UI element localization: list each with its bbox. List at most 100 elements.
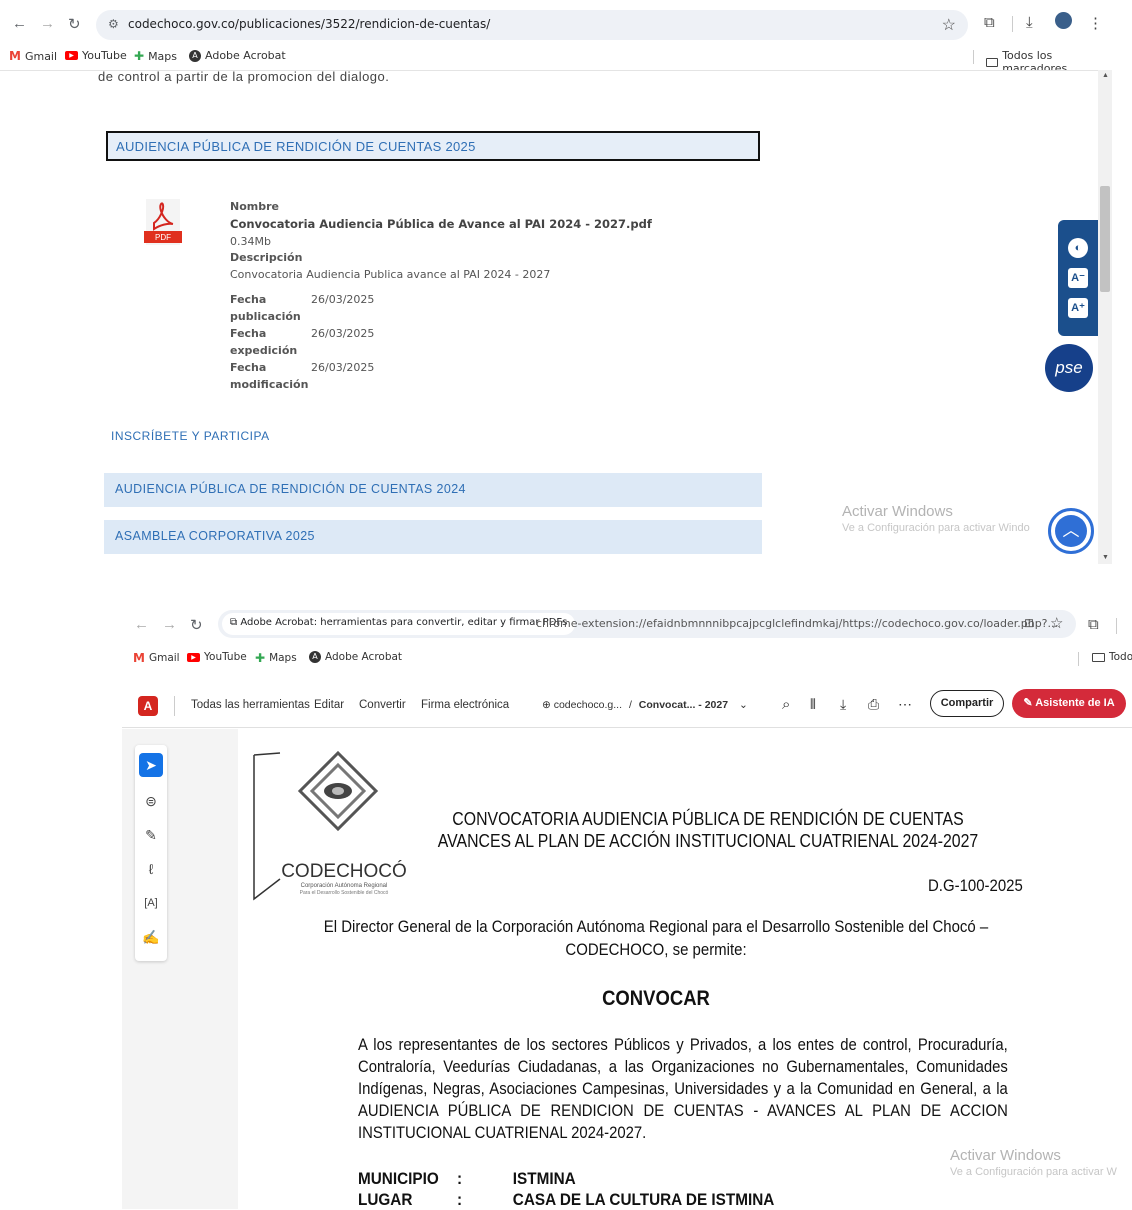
bookmark-label: Adobe Acrobat xyxy=(205,49,286,62)
all-bookmarks[interactable]: Todo xyxy=(1092,651,1132,663)
extensions-icon[interactable]: ⧉ xyxy=(984,14,995,31)
scroll-up-arrow-icon[interactable]: ▲ xyxy=(1102,72,1109,79)
bookmark-maps[interactable]: ✚ Maps xyxy=(134,49,177,63)
pdf-file-icon[interactable]: PDF xyxy=(144,199,182,245)
extension-icon: ⧉ xyxy=(230,617,241,628)
profile-avatar[interactable] xyxy=(1055,12,1072,29)
maps-icon: ✚ xyxy=(255,651,266,665)
add-text-icon[interactable]: [A] xyxy=(139,891,163,915)
translate-icon[interactable]: ⊡ xyxy=(1024,616,1034,630)
select-cursor-icon[interactable]: ➤ xyxy=(139,753,163,777)
doc-heading-2: AVANCES AL PLAN DE ACCIÓN INSTITUCIONAL … xyxy=(437,831,979,851)
extension-chip[interactable]: ⧉ Adobe Acrobat: herramientas para conve… xyxy=(222,613,576,635)
acrobat-icon: A xyxy=(309,651,321,663)
draw-freeform-icon[interactable]: ℓ xyxy=(139,857,163,881)
maps-icon: ✚ xyxy=(134,49,145,63)
url-text-2[interactable]: chrome-extension://efaidnbmnnnibpcajpcgl… xyxy=(536,617,1058,630)
menu-esign[interactable]: Firma electrónica xyxy=(421,699,509,711)
divider xyxy=(1078,652,1079,666)
more-options-icon[interactable]: ⋯ xyxy=(898,696,912,713)
bookmark-adobe[interactable]: A Adobe Acrobat xyxy=(189,49,286,62)
description-label: Descripción xyxy=(230,251,303,264)
reload-icon[interactable]: ↻ xyxy=(68,15,81,33)
bookmark-star-icon[interactable]: ☆ xyxy=(1050,614,1063,632)
bookmark-label: YouTube xyxy=(204,651,247,663)
back-icon[interactable]: ← xyxy=(134,616,149,633)
fecha-publicacion-value: 26/03/2025 xyxy=(311,293,375,306)
forward-icon[interactable]: → xyxy=(162,616,177,633)
font-decrease-icon[interactable]: A⁻ xyxy=(1068,268,1088,288)
bookmark-adobe[interactable]: A Adobe Acrobat xyxy=(309,651,402,663)
address-bar[interactable]: ⚙ codechoco.gov.co/publicaciones/3522/re… xyxy=(96,10,968,40)
acrobat-logo-icon[interactable]: A xyxy=(138,696,158,716)
download-icon[interactable]: ⤓ xyxy=(840,696,846,713)
bookmark-label: Adobe Acrobat xyxy=(325,651,403,663)
menu-convert[interactable]: Convertir xyxy=(359,699,406,711)
bookmark-youtube[interactable]: ▶ YouTube xyxy=(65,49,127,62)
address-bar-2[interactable]: ⧉ Adobe Acrobat: herramientas para conve… xyxy=(218,610,1076,638)
divider xyxy=(1116,618,1117,634)
scrollbar-thumb[interactable] xyxy=(1100,186,1110,292)
gmail-icon: M xyxy=(133,651,145,665)
menu-edit[interactable]: Editar xyxy=(314,699,344,711)
page-scrollbar[interactable]: ▲ ▼ xyxy=(1098,70,1112,564)
accordion-2024[interactable]: AUDIENCIA PÚBLICA DE RENDICIÓN DE CUENTA… xyxy=(104,473,762,507)
row-label: LUGAR xyxy=(358,1190,413,1209)
print-icon[interactable]: ⎙ xyxy=(868,696,879,713)
bookmark-gmail[interactable]: M Gmail xyxy=(9,49,57,63)
browser-toolbar: ← → ↻ ⚙ codechoco.gov.co/publicaciones/3… xyxy=(0,0,1132,46)
description-text: Convocatoria Audiencia Publica avance al… xyxy=(230,268,551,281)
reload-icon[interactable]: ↻ xyxy=(190,616,203,634)
doc-site: codechoco.g... xyxy=(553,699,623,711)
ai-assistant-button[interactable]: ✎ Asistente de IA xyxy=(1012,689,1126,718)
bookmark-gmail[interactable]: M Gmail xyxy=(133,651,180,665)
menu-all-tools[interactable]: Todas las herramientas xyxy=(191,699,310,711)
pdf-page: CODECHOCÓ Corporación Autónoma Regional … xyxy=(238,729,1098,1209)
document-breadcrumb[interactable]: ⊕ codechoco.g... / Convocat... - 2027 ⌄ xyxy=(542,699,748,711)
file-name[interactable]: Convocatoria Audiencia Pública de Avance… xyxy=(230,217,652,231)
doc-intro-1: El Director General de la Corporación Au… xyxy=(323,917,989,936)
site-info-icon[interactable]: ⚙ xyxy=(108,17,119,31)
bookmark-star-icon[interactable]: ☆ xyxy=(942,15,956,35)
search-icon[interactable]: ⌕ xyxy=(782,696,790,713)
back-icon[interactable]: ← xyxy=(12,15,27,32)
downloads-icon[interactable]: ⤓ xyxy=(1026,14,1033,31)
bookmark-label: Maps xyxy=(148,49,178,63)
sign-icon[interactable]: ✍ xyxy=(139,925,163,949)
share-button[interactable]: Compartir xyxy=(930,690,1004,717)
extensions-icon[interactable]: ⧉ xyxy=(1088,616,1099,633)
bookmark-youtube[interactable]: ▶ YouTube xyxy=(187,651,247,663)
youtube-icon: ▶ xyxy=(65,51,78,60)
windows-activation-watermark: Activar Windows Ve a Configuración para … xyxy=(842,503,1030,534)
logo-subtitle: Corporación Autónoma Regional xyxy=(301,883,388,889)
accordion-asamblea[interactable]: ASAMBLEA CORPORATIVA 2025 xyxy=(104,520,762,554)
pse-payment-button[interactable]: pse xyxy=(1045,344,1093,392)
fecha-expedicion-label-2: expedición xyxy=(230,344,298,357)
scroll-to-top-button[interactable]: ︿ xyxy=(1048,508,1094,554)
contrast-icon[interactable]: ◐ xyxy=(1068,238,1088,258)
row-label: MUNICIPIO xyxy=(358,1169,439,1188)
ai-assistant-icon: ✎ xyxy=(1023,697,1036,709)
highlight-pen-icon[interactable]: ✎ xyxy=(139,823,163,847)
scroll-down-arrow-icon[interactable]: ▼ xyxy=(1102,554,1109,561)
accessibility-widget: ◐ A⁻ A⁺ xyxy=(1058,220,1098,336)
doc-convocar: CONVOCAR xyxy=(602,987,710,1010)
forward-icon[interactable]: → xyxy=(40,15,55,32)
font-increase-icon[interactable]: A⁺ xyxy=(1068,298,1088,318)
bookmark-maps[interactable]: ✚ Maps xyxy=(255,651,297,665)
accordion-2025[interactable]: AUDIENCIA PÚBLICA DE RENDICIÓN DE CUENTA… xyxy=(106,131,760,161)
all-bookmarks-label: Todo xyxy=(1109,651,1132,663)
ai-assistant-label: Asistente de IA xyxy=(1035,697,1115,709)
windows-activation-watermark-2: Activar Windows Ve a Configuración para … xyxy=(950,1147,1117,1178)
logo-subtitle-2: Para el Desarrollo Sostenible del Chocó xyxy=(300,890,389,896)
page-view-icon[interactable]: ⫴ xyxy=(810,696,816,713)
add-comment-icon[interactable]: ⊜ xyxy=(139,789,163,813)
bookmarks-bar-2: M Gmail ▶ YouTube ✚ Maps A Adobe Acrobat Tod… xyxy=(122,648,1132,670)
fecha-modificacion-label-2: modificación xyxy=(230,378,309,391)
menu-icon[interactable]: ⋮ xyxy=(1088,14,1103,32)
inscribete-link[interactable]: INSCRÍBETE Y PARTICIPA xyxy=(111,429,270,443)
doc-row-municipio: MUNICIPIO: ISTMINA xyxy=(358,1169,576,1189)
url-text[interactable]: codechoco.gov.co/publicaciones/3522/rend… xyxy=(128,17,490,31)
bookmark-label: Gmail xyxy=(24,49,58,63)
doc-reference: D.G-100-2025 xyxy=(928,876,1023,895)
